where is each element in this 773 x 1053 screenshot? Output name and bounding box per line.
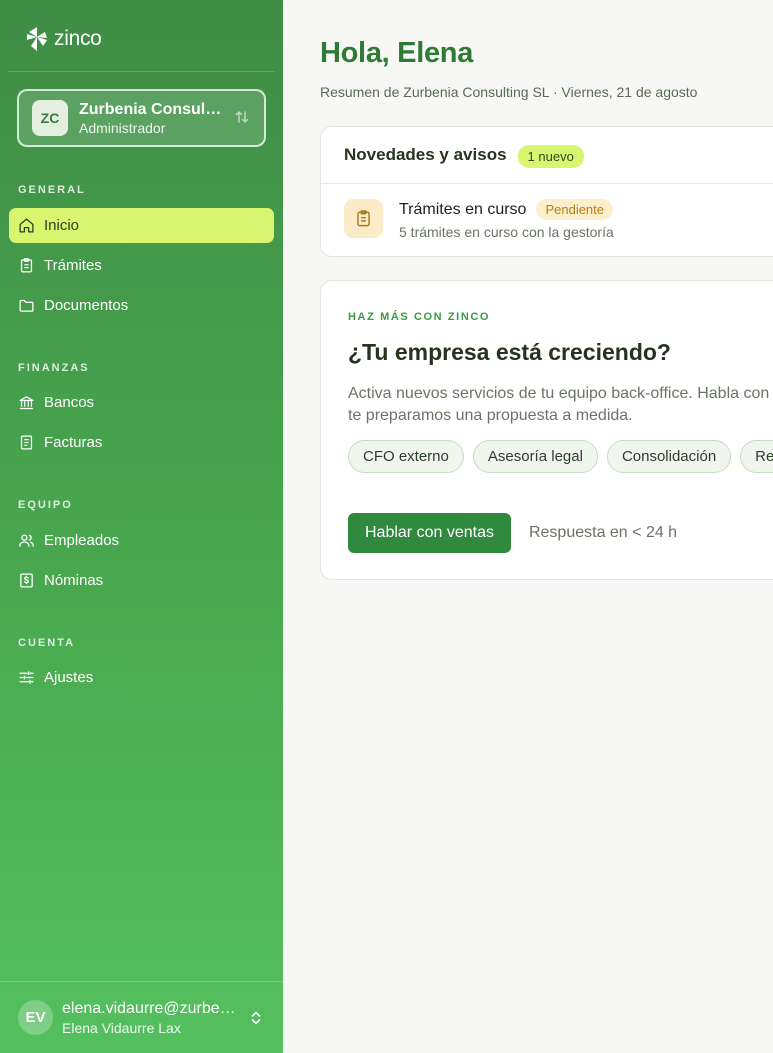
section-label-general: GENERAL bbox=[18, 184, 86, 196]
clipboard-icon bbox=[357, 210, 370, 227]
news-item[interactable]: Trámites en curso Pendiente 5 trámites e… bbox=[344, 199, 614, 240]
sidebar-item-empleados[interactable]: Empleados bbox=[9, 523, 274, 558]
user-email: elena.vidaurre@zurbenia.com bbox=[62, 999, 240, 1017]
clipboard-icon bbox=[20, 258, 33, 273]
sidebar-item-documentos[interactable]: Documentos bbox=[9, 288, 274, 323]
new-badge: 1 nuevo bbox=[517, 144, 584, 168]
user-menu[interactable]: EV elena.vidaurre@zurbenia.com Elena Vid… bbox=[0, 981, 283, 1053]
divider bbox=[8, 71, 275, 72]
sidebar-item-label: Ajustes bbox=[44, 669, 94, 686]
news-item-description: 5 trámites en curso con la gestoría bbox=[399, 224, 614, 240]
company-avatar: ZC bbox=[32, 100, 68, 136]
sidebar-item-inicio[interactable]: Inicio bbox=[9, 208, 274, 243]
user-avatar: EV bbox=[18, 1000, 53, 1035]
page-title: Hola, Elena bbox=[320, 37, 474, 69]
sidebar-item-tramites[interactable]: Trámites bbox=[9, 248, 274, 283]
payroll-icon bbox=[20, 573, 33, 588]
status-badge: Pendiente bbox=[536, 199, 614, 220]
company-role: Administrador bbox=[79, 119, 166, 136]
upsell-card: HAZ MÁS CON ZINCO ¿Tu empresa está creci… bbox=[320, 280, 773, 580]
sidebar-item-ajustes[interactable]: Ajustes bbox=[9, 660, 274, 695]
promo-description: Activa nuevos servicios de tu equipo bac… bbox=[348, 385, 773, 424]
sidebar-item-label: Documentos bbox=[44, 297, 129, 314]
sidebar-item-bancos[interactable]: Bancos bbox=[9, 385, 274, 420]
swap-icon bbox=[235, 111, 249, 123]
sidebar-item-label: Trámites bbox=[44, 257, 102, 274]
sidebar-item-label: Empleados bbox=[44, 532, 120, 549]
users-icon bbox=[19, 534, 34, 547]
folder-icon bbox=[19, 299, 34, 312]
chip-cfo-externo[interactable]: CFO externo bbox=[348, 440, 464, 473]
section-label-finanzas: FINANZAS bbox=[18, 362, 90, 374]
promo-title: ¿Tu empresa está creciendo? bbox=[348, 339, 671, 365]
news-title: Novedades y avisos bbox=[344, 145, 507, 164]
chip-asesoria-legal[interactable]: Asesoría legal bbox=[472, 440, 598, 473]
sliders-icon bbox=[19, 671, 34, 684]
logo[interactable]: zinco bbox=[26, 26, 102, 52]
section-label-cuenta: CUENTA bbox=[18, 637, 76, 649]
section-label-equipo: EQUIPO bbox=[18, 499, 73, 511]
company-name: Zurbenia Consulting SL bbox=[79, 100, 224, 118]
invoice-icon bbox=[20, 435, 33, 450]
sidebar-item-label: Nóminas bbox=[44, 572, 104, 589]
news-card: Novedades y avisos 1 nuevo Trámites en c… bbox=[320, 126, 773, 257]
chip-reporting[interactable]: Reporting bbox=[740, 440, 773, 473]
bank-icon bbox=[19, 396, 34, 410]
home-icon bbox=[19, 218, 34, 233]
user-name: Elena Vidaurre Lax bbox=[62, 1019, 181, 1036]
page-subtitle: Resumen de Zurbenia Consulting SL · Vier… bbox=[320, 84, 698, 100]
contact-sales-button[interactable]: Hablar con ventas bbox=[348, 513, 511, 553]
service-chips: CFO externo Asesoría legal Consolidación… bbox=[348, 440, 773, 473]
sidebar-item-label: Facturas bbox=[44, 434, 103, 451]
sidebar-item-nominas[interactable]: Nóminas bbox=[9, 563, 274, 598]
company-switcher[interactable]: ZC Zurbenia Consulting SL Administrador bbox=[17, 89, 266, 147]
sidebar-item-facturas[interactable]: Facturas bbox=[9, 425, 274, 460]
sidebar: zinco ZC Zurbenia Consulting SL Administ… bbox=[0, 0, 283, 1053]
logo-text: zinco bbox=[54, 27, 102, 50]
news-item-title: Trámites en curso bbox=[399, 200, 527, 218]
main-content: Hola, Elena Resumen de Zurbenia Consulti… bbox=[283, 0, 773, 1053]
promo-eyebrow: HAZ MÁS CON ZINCO bbox=[348, 311, 491, 323]
chip-consolidacion[interactable]: Consolidación bbox=[606, 440, 732, 473]
response-time-note: Respuesta en < 24 h bbox=[528, 524, 678, 541]
chevron-up-down-icon bbox=[251, 1011, 261, 1025]
sidebar-item-label: Bancos bbox=[44, 394, 95, 411]
sidebar-item-label: Inicio bbox=[44, 217, 80, 234]
zinco-logo-icon bbox=[27, 27, 47, 51]
